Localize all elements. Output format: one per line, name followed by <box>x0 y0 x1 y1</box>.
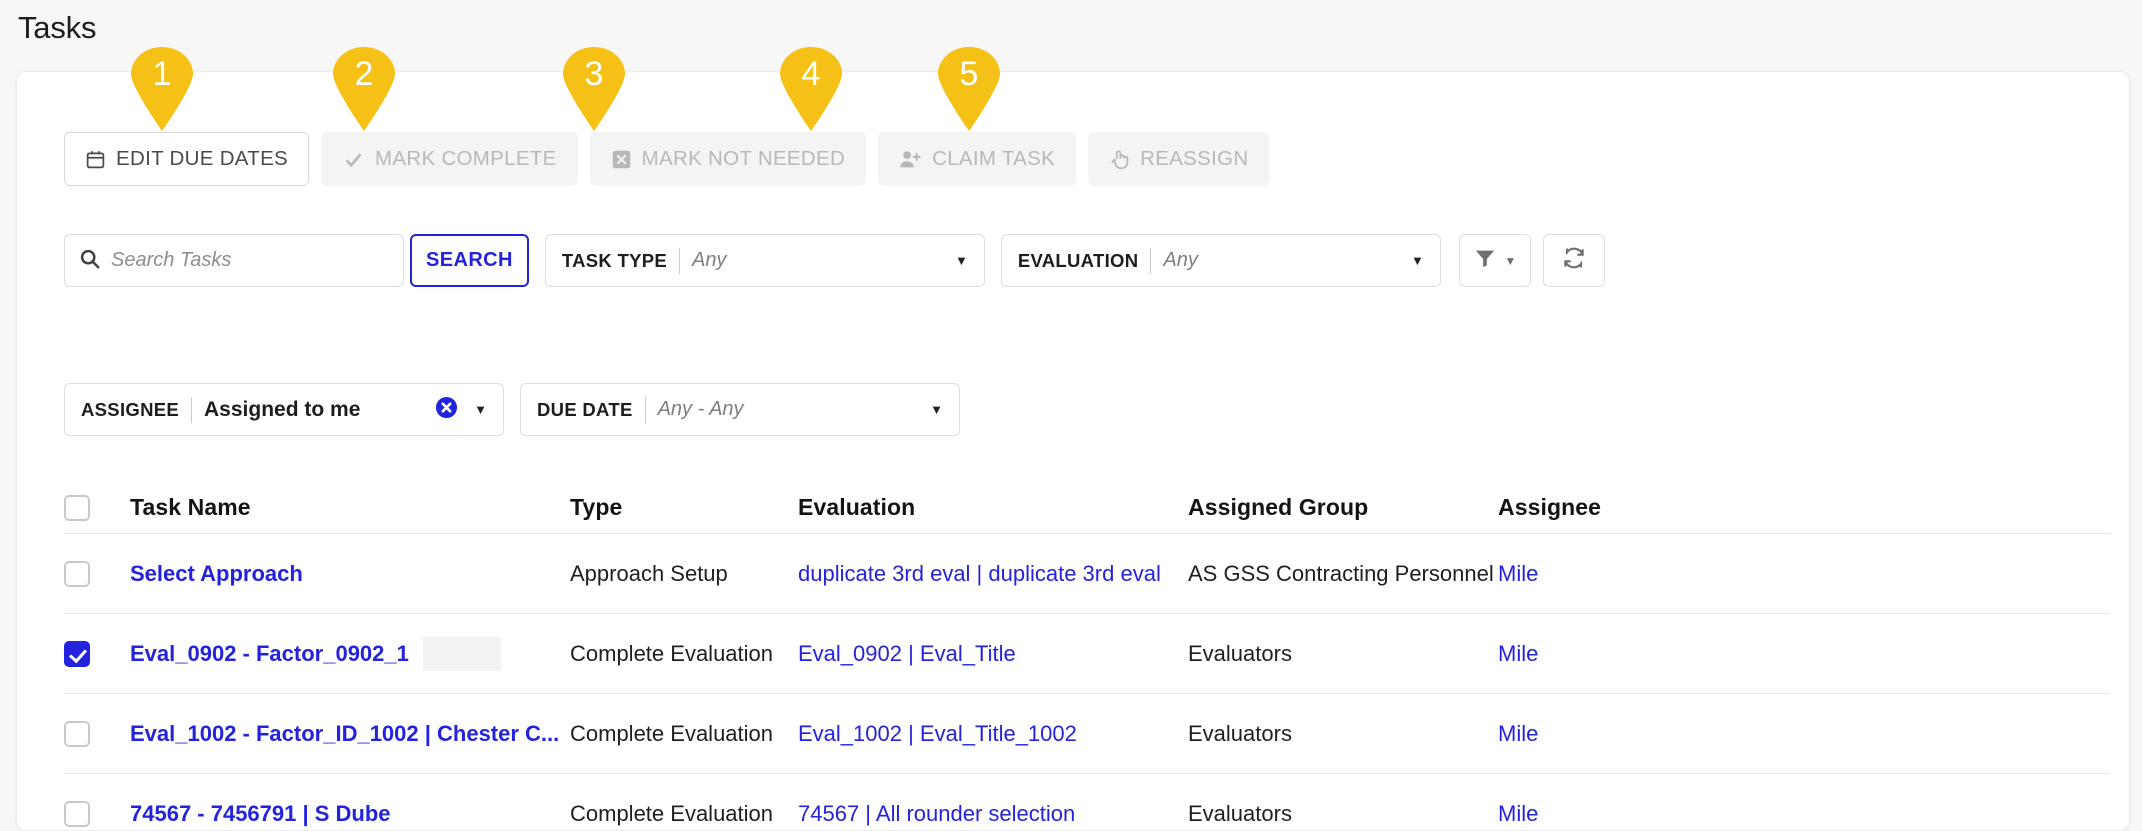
due-date-filter-value: Any - Any <box>657 398 744 420</box>
mark-complete-button[interactable]: MARK COMPLETE <box>321 132 578 186</box>
select-all-checkbox[interactable] <box>64 495 90 521</box>
cell-assignee-link[interactable]: Mile <box>1498 801 1798 827</box>
cell-evaluation-link[interactable]: Eval_0902 | Eval_Title <box>798 641 1188 667</box>
claim-task-button[interactable]: CLAIM TASK <box>878 132 1077 186</box>
mark-complete-label: MARK COMPLETE <box>375 147 557 170</box>
evaluation-filter-value: Any <box>1163 249 1198 271</box>
search-input-wrapper[interactable] <box>64 234 404 287</box>
reassign-label: REASSIGN <box>1140 147 1249 170</box>
cell-type: Complete Evaluation <box>570 720 774 746</box>
row-select-cell <box>64 801 130 827</box>
x-box-icon <box>611 149 632 170</box>
cell-task-name: 74567 - 7456791 | S Dube <box>130 801 570 827</box>
table-row[interactable]: Eval_1002 - Factor_ID_1002 | Chester C..… <box>64 694 2110 774</box>
chevron-down-icon[interactable]: ▼ <box>468 403 487 416</box>
row-select-cell <box>64 720 130 747</box>
assignee-filter[interactable]: ASSIGNEE Assigned to me ▼ <box>64 383 504 436</box>
task-name-link[interactable]: 74567 - 7456791 | S Dube <box>130 801 391 827</box>
column-header-evaluation[interactable]: Evaluation <box>798 494 1188 521</box>
edit-due-dates-button[interactable]: EDIT DUE DATES <box>64 132 310 186</box>
filter-row-primary: SEARCH TASK TYPE Any ▼ EVALUATION Any ▼ … <box>64 234 1605 287</box>
search-button[interactable]: SEARCH <box>410 234 529 287</box>
task-type-filter-label: TASK TYPE <box>561 249 668 271</box>
row-checkbox[interactable] <box>64 560 90 587</box>
cell-type: Approach Setup <box>570 560 728 586</box>
task-action-toolbar: EDIT DUE DATES MARK COMPLETE MARK NOT NE… <box>64 132 1270 186</box>
cell-type: Complete Evaluation <box>570 640 774 666</box>
row-select-cell <box>64 560 130 587</box>
cell-assigned-group: AS GSS Contracting Personnel <box>1188 560 1494 586</box>
mark-not-needed-label: MARK NOT NEEDED <box>641 147 846 170</box>
column-header-assignee[interactable]: Assignee <box>1498 494 1798 521</box>
tasks-card: EDIT DUE DATES MARK COMPLETE MARK NOT NE… <box>16 71 2130 831</box>
search-icon <box>79 248 100 274</box>
hand-pointer-icon <box>1109 149 1130 170</box>
field-divider <box>191 396 193 423</box>
cell-evaluation-link[interactable]: Eval_1002 | Eval_Title_1002 <box>798 721 1188 747</box>
calendar-icon <box>85 149 106 170</box>
cell-type: Complete Evaluation <box>570 801 774 826</box>
reassign-button[interactable]: REASSIGN <box>1088 132 1270 186</box>
row-checkbox[interactable] <box>64 720 90 747</box>
task-name-link[interactable]: Eval_1002 - Factor_ID_1002 | Chester C..… <box>130 721 559 747</box>
column-header-task-name[interactable]: Task Name <box>130 494 570 521</box>
cell-assigned-group: Evaluators <box>1188 801 1292 826</box>
tasks-table: Task Name Type Evaluation Assigned Group… <box>64 476 2110 830</box>
column-header-assigned-group[interactable]: Assigned Group <box>1188 494 1498 521</box>
table-row[interactable]: Select Approach Approach Setup duplicate… <box>64 534 2110 614</box>
check-icon <box>342 149 365 170</box>
task-name-link[interactable]: Eval_0902 - Factor_0902_1 <box>130 641 409 667</box>
evaluation-filter[interactable]: EVALUATION Any ▼ <box>1000 234 1441 287</box>
task-name-link[interactable]: Select Approach <box>130 561 303 587</box>
redacted-block <box>422 636 501 671</box>
due-date-filter[interactable]: DUE DATE Any - Any ▼ <box>520 383 960 436</box>
table-row[interactable]: Eval_0902 - Factor_0902_1 Complete Evalu… <box>64 614 2110 694</box>
due-date-filter-label: DUE DATE <box>537 398 633 420</box>
cell-assignee-link[interactable]: Mile <box>1498 561 1798 587</box>
funnel-icon <box>1473 247 1497 274</box>
field-divider <box>644 396 646 423</box>
cell-task-name: Select Approach <box>130 561 570 587</box>
field-divider <box>679 247 681 274</box>
cell-task-name: Eval_1002 - Factor_ID_1002 | Chester C..… <box>130 721 570 747</box>
row-select-cell <box>64 640 130 667</box>
user-plus-icon <box>899 149 922 170</box>
cell-task-name: Eval_0902 - Factor_0902_1 <box>130 636 570 671</box>
chevron-down-icon: ▼ <box>1504 253 1517 268</box>
chevron-down-icon[interactable]: ▼ <box>937 254 968 267</box>
filter-row-secondary: ASSIGNEE Assigned to me ▼ DUE DATE Any -… <box>64 383 960 436</box>
refresh-icon <box>1561 246 1587 275</box>
evaluation-filter-label: EVALUATION <box>1017 249 1139 271</box>
column-header-type[interactable]: Type <box>570 494 798 521</box>
mark-not-needed-button[interactable]: MARK NOT NEEDED <box>589 132 867 186</box>
cell-evaluation-link[interactable]: duplicate 3rd eval | duplicate 3rd eval <box>798 561 1188 587</box>
edit-due-dates-label: EDIT DUE DATES <box>116 147 289 170</box>
page-title: Tasks <box>18 10 97 45</box>
row-checkbox[interactable] <box>64 801 90 827</box>
filter-menu-button[interactable]: ▼ <box>1458 234 1531 287</box>
assignee-filter-controls: ▼ <box>419 396 487 424</box>
search-group: SEARCH <box>64 234 529 287</box>
select-all-cell <box>64 495 130 521</box>
cell-assigned-group: Evaluators <box>1188 720 1292 746</box>
cell-assignee-link[interactable]: Mile <box>1498 721 1798 747</box>
refresh-button[interactable] <box>1542 234 1605 287</box>
field-divider <box>1150 247 1152 274</box>
row-checkbox[interactable] <box>64 640 90 667</box>
cell-assigned-group: Evaluators <box>1188 640 1292 666</box>
table-row[interactable]: 74567 - 7456791 | S Dube Complete Evalua… <box>64 774 2110 830</box>
task-type-filter[interactable]: TASK TYPE Any ▼ <box>544 234 985 287</box>
cell-evaluation-link[interactable]: 74567 | All rounder selection <box>798 801 1188 827</box>
claim-task-label: CLAIM TASK <box>932 147 1056 170</box>
clear-filter-icon[interactable] <box>435 396 458 424</box>
chevron-down-icon[interactable]: ▼ <box>1393 254 1424 267</box>
assignee-filter-label: ASSIGNEE <box>81 398 180 420</box>
cell-assignee-link[interactable]: Mile <box>1498 641 1798 667</box>
chevron-down-icon[interactable]: ▼ <box>912 403 943 416</box>
table-header-row: Task Name Type Evaluation Assigned Group… <box>64 476 2110 534</box>
assignee-filter-value: Assigned to me <box>204 397 361 421</box>
search-input[interactable] <box>111 249 389 272</box>
task-type-filter-value: Any <box>692 249 727 271</box>
